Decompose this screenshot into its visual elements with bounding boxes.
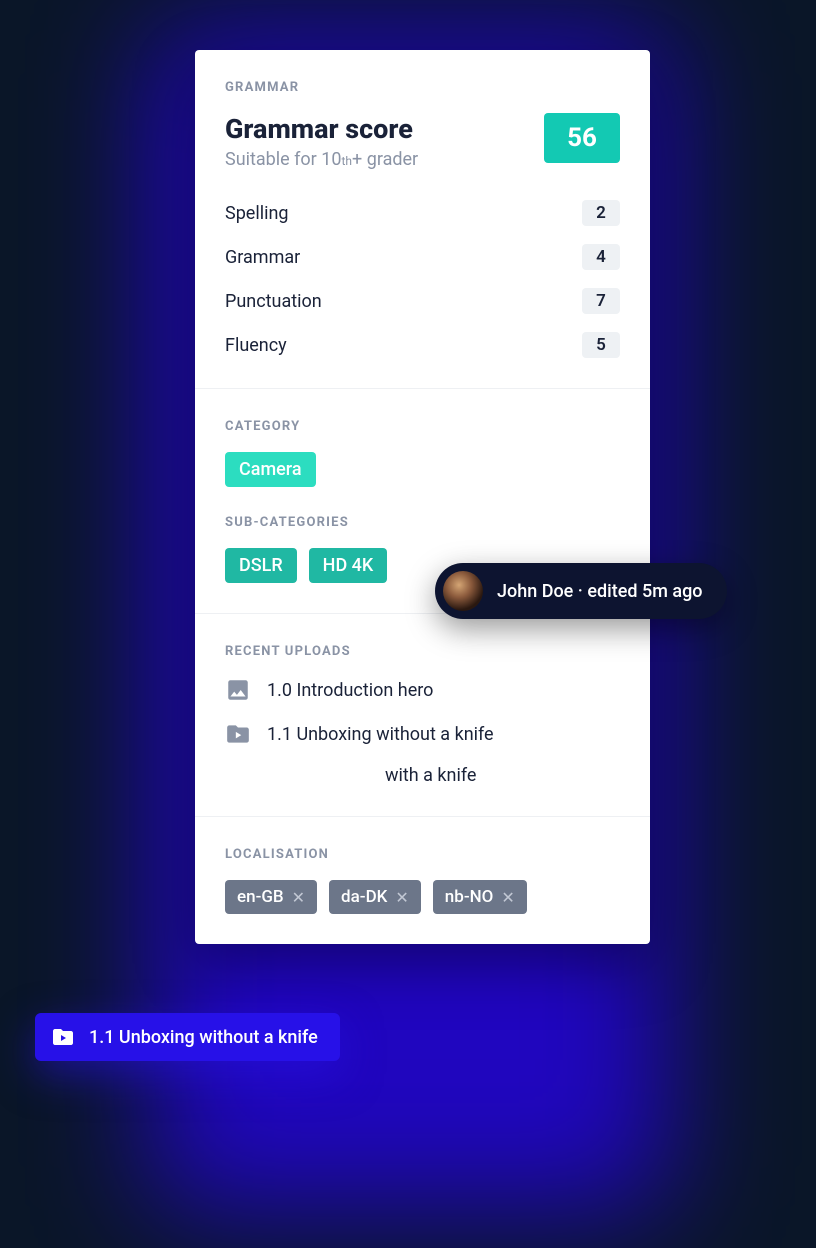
locale-tag[interactable]: en-GB ✕: [225, 880, 317, 914]
upload-label: 1.1 Unboxing without a knife: [267, 724, 494, 745]
editor-status-pill[interactable]: John Doe · edited 5m ago: [435, 563, 727, 619]
metric-row[interactable]: Fluency 5: [225, 332, 620, 358]
subcategory-tag[interactable]: DSLR: [225, 548, 297, 583]
locale-tag[interactable]: da-DK ✕: [329, 880, 421, 914]
metric-row[interactable]: Punctuation 7: [225, 288, 620, 314]
localisation-eyebrow: LOCALISATION: [225, 847, 620, 862]
locale-tag[interactable]: nb-NO ✕: [433, 880, 527, 914]
grammar-subtitle: Suitable for 10th+ grader: [225, 149, 418, 170]
avatar: [443, 571, 483, 611]
localisation-section: LOCALISATION en-GB ✕ da-DK ✕ nb-NO ✕: [195, 817, 650, 944]
locale-label: en-GB: [237, 887, 284, 907]
upload-item[interactable]: 1.0 Introduction hero: [225, 677, 620, 703]
drag-preview-pill[interactable]: 1.1 Unboxing without a knife: [35, 1013, 340, 1061]
upload-label: with a knife: [385, 765, 476, 786]
uploads-section: RECENT UPLOADS 1.0 Introduction hero 1.1…: [195, 614, 650, 817]
drag-label: 1.1 Unboxing without a knife: [89, 1027, 318, 1048]
sidebar-card: GRAMMAR Grammar score Suitable for 10th+…: [195, 50, 650, 944]
grammar-eyebrow: GRAMMAR: [225, 80, 620, 95]
upload-item[interactable]: with a knife: [225, 765, 620, 786]
close-icon[interactable]: ✕: [501, 888, 514, 907]
metric-label: Punctuation: [225, 291, 322, 312]
upload-item[interactable]: 1.1 Unboxing without a knife: [225, 721, 620, 747]
locale-label: da-DK: [341, 887, 387, 907]
close-icon[interactable]: ✕: [292, 888, 305, 907]
video-folder-icon: [51, 1025, 75, 1049]
metric-value: 5: [582, 332, 620, 358]
metric-value: 7: [582, 288, 620, 314]
subcategory-eyebrow: SUB-CATEGORIES: [225, 515, 620, 530]
category-eyebrow: CATEGORY: [225, 419, 620, 434]
video-folder-icon: [225, 721, 251, 747]
image-icon: [225, 677, 251, 703]
subcategory-tag[interactable]: HD 4K: [309, 548, 388, 583]
grammar-title: Grammar score: [225, 113, 418, 145]
metric-row[interactable]: Spelling 2: [225, 200, 620, 226]
metric-value: 4: [582, 244, 620, 270]
category-tag[interactable]: Camera: [225, 452, 316, 487]
uploads-eyebrow: RECENT UPLOADS: [225, 644, 620, 659]
locale-label: nb-NO: [445, 887, 494, 907]
metrics-list: Spelling 2 Grammar 4 Punctuation 7 Fluen…: [225, 200, 620, 358]
metric-label: Grammar: [225, 247, 300, 268]
metric-row[interactable]: Grammar 4: [225, 244, 620, 270]
close-icon[interactable]: ✕: [395, 888, 408, 907]
metric-label: Fluency: [225, 335, 287, 356]
grammar-section: GRAMMAR Grammar score Suitable for 10th+…: [195, 50, 650, 389]
editor-status-text: John Doe · edited 5m ago: [497, 581, 703, 602]
upload-label: 1.0 Introduction hero: [267, 680, 433, 701]
metric-value: 2: [582, 200, 620, 226]
metric-label: Spelling: [225, 203, 289, 224]
grammar-score-badge: 56: [544, 113, 620, 163]
